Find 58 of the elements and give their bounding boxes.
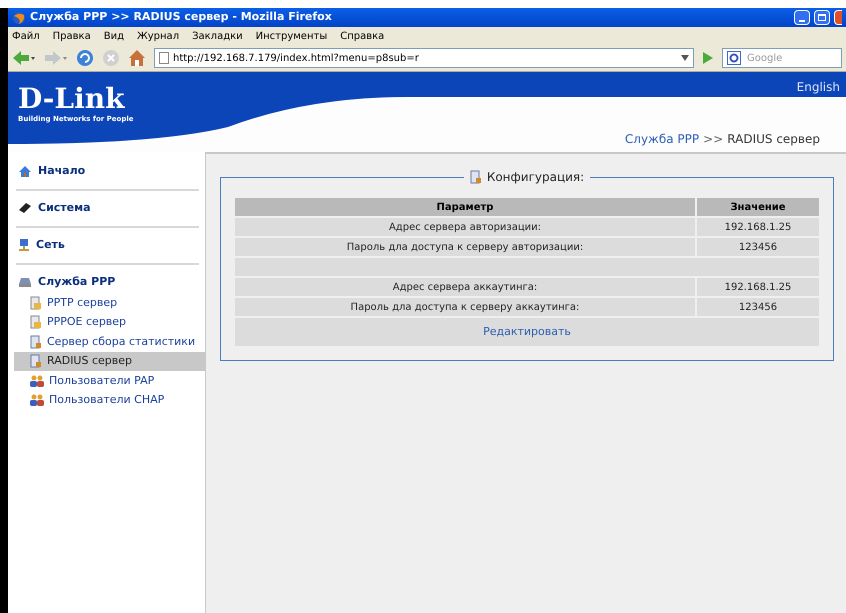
- table-cell: 123456: [697, 298, 819, 316]
- language-link[interactable]: English: [796, 78, 840, 96]
- menu-item[interactable]: Инструменты: [256, 28, 328, 44]
- window-title: Служба PPP >> RADIUS сервер - Mozilla Firefox: [30, 9, 332, 26]
- column-header: Значение: [697, 198, 819, 216]
- maximize-button[interactable]: [814, 10, 830, 25]
- minimize-button[interactable]: [794, 10, 810, 25]
- users-icon: [30, 394, 44, 406]
- server-icon: [18, 276, 32, 288]
- logo: D-Link: [18, 84, 126, 114]
- address-field[interactable]: http://192.168.7.179/index.html?menu=p8sub=r: [154, 48, 694, 68]
- breadcrumb-link[interactable]: Служба PPP: [624, 130, 700, 148]
- search-engine-icon[interactable]: [727, 51, 743, 65]
- globe-icon: [12, 10, 26, 24]
- breadcrumb-current: RADIUS сервер: [727, 131, 820, 148]
- dropdown-icon[interactable]: [681, 55, 689, 61]
- menu-item[interactable]: Закладки: [192, 28, 243, 44]
- document-lock-icon: [30, 296, 42, 310]
- menu-item[interactable]: Справка: [340, 28, 384, 44]
- close-button[interactable]: [834, 10, 842, 25]
- page-icon: [159, 52, 169, 64]
- table-cell: 192.168.1.25: [697, 218, 819, 236]
- sidebar-item[interactable]: Пользователи CHAP: [14, 390, 205, 410]
- reload-icon[interactable]: [76, 49, 94, 67]
- table-cell: Пароль дла доступа к серверу авторизации:: [235, 238, 695, 256]
- panel-legend: Конфигурация:: [486, 168, 584, 186]
- breadcrumb-separator: >>: [703, 131, 724, 148]
- document-icon: [30, 334, 42, 349]
- edit-link[interactable]: Редактировать: [483, 324, 571, 340]
- users-icon: [30, 374, 44, 387]
- document-lock-icon: [30, 315, 42, 330]
- table-cell: Пароль дла доступа к серверу аккаутинга:: [235, 298, 695, 316]
- document-icon: [470, 170, 482, 184]
- menu-item[interactable]: Журнал: [136, 28, 180, 44]
- chip-icon: [18, 202, 32, 214]
- column-header: Параметр: [235, 198, 695, 216]
- sidebar-item[interactable]: Сервер сбора статистики: [14, 332, 205, 352]
- sidebar-item[interactable]: PPPOE сервер: [14, 312, 205, 332]
- document-icon: [30, 354, 42, 368]
- table-cell: Адрес сервера аккаутинга:: [235, 278, 695, 296]
- sidebar-section[interactable]: Начало: [16, 162, 199, 180]
- sidebar-section[interactable]: Служба PPP: [16, 273, 199, 291]
- sidebar-section[interactable]: Сеть: [16, 236, 199, 254]
- house-icon: [18, 164, 32, 178]
- sidebar-item[interactable]: RADIUS сервер: [14, 352, 205, 371]
- menu-item[interactable]: Правка: [52, 28, 91, 44]
- back-arrow-icon[interactable]: [12, 50, 36, 66]
- computer-icon: [18, 238, 30, 252]
- table-cell: 192.168.1.25: [697, 278, 819, 296]
- table-cell: Адрес сервера авторизации:: [235, 218, 695, 236]
- menu-item[interactable]: Файл: [12, 28, 40, 44]
- home-icon[interactable]: [128, 49, 146, 67]
- table-cell: 123456: [697, 238, 819, 256]
- sidebar-item[interactable]: Пользователи PAP: [14, 371, 205, 390]
- menu-item[interactable]: Вид: [104, 28, 124, 44]
- sidebar-section[interactable]: Система: [16, 199, 199, 217]
- sidebar-item[interactable]: PPTP сервер: [14, 293, 205, 312]
- go-icon[interactable]: [702, 51, 714, 65]
